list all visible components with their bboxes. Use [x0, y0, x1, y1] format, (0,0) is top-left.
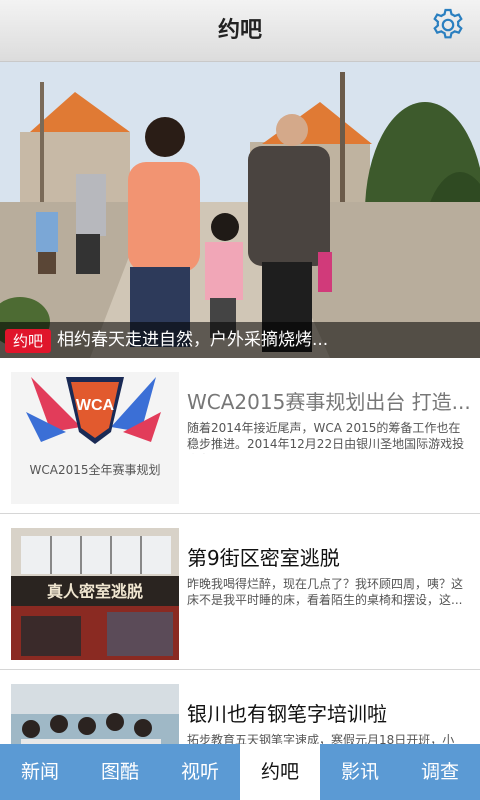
- hero-category-tag: 约吧: [5, 329, 52, 353]
- tab-news[interactable]: 新闻: [0, 744, 80, 800]
- item-description: 昨晚我喝得烂醉，现在几点了？我环顾四周，咦？这床不是我平时睡的床，看着陌生的桌椅…: [187, 577, 464, 607]
- item-thumbnail: WCA WCA2015全年赛事规划: [11, 372, 179, 504]
- list-item[interactable]: 真人密室逃脱 第9街区密室逃脱 昨晚我喝得烂醉，现在几点了？我环顾四周，咦？这床…: [0, 514, 480, 670]
- thumb-sign-text: 真人密室逃脱: [47, 582, 143, 601]
- hero-banner[interactable]: 约吧 相约春天走进自然，户外采摘烧烤...: [0, 62, 480, 358]
- list-item[interactable]: WCA WCA2015全年赛事规划 WCA2015赛事规划出台 打造... 随着…: [0, 358, 480, 514]
- item-title: WCA2015赛事规划出台 打造...: [187, 390, 471, 414]
- header: 约吧: [0, 0, 480, 62]
- gear-icon[interactable]: [430, 7, 466, 43]
- item-description: 随着2014年接近尾声，WCA 2015的筹备工作也在稳步推进。2014年12月…: [187, 421, 465, 454]
- tab-yueba[interactable]: 约吧: [240, 744, 320, 800]
- item-title: 银川也有钢笔字培训啦: [187, 702, 387, 726]
- hero-caption: 相约春天走进自然，户外采摘烧烤...: [57, 330, 329, 350]
- hero-photo: [0, 62, 480, 358]
- bottom-tab-bar: 新闻 图酷 视听 约吧 影讯 调查: [0, 744, 480, 800]
- thumb-logo-text: WCA: [76, 397, 115, 414]
- thumb-caption-text: WCA2015全年赛事规划: [30, 462, 161, 477]
- tab-movies[interactable]: 影讯: [320, 744, 400, 800]
- tab-video[interactable]: 视听: [160, 744, 240, 800]
- item-thumbnail: 真人密室逃脱: [11, 528, 179, 660]
- tab-pictures[interactable]: 图酷: [80, 744, 160, 800]
- page-title: 约吧: [217, 18, 262, 43]
- item-title: 第9街区密室逃脱: [187, 546, 340, 570]
- tab-survey[interactable]: 调查: [400, 744, 480, 800]
